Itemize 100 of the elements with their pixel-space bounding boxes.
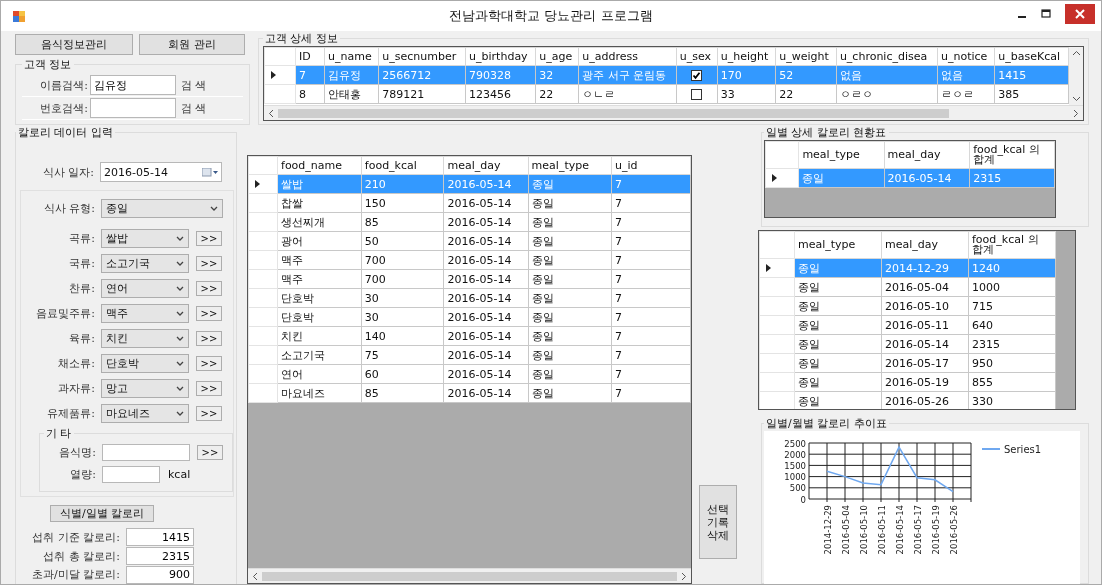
column-header[interactable]: food_kcal 의 합계	[969, 141, 1055, 169]
axis-tick-label: 2016-05-14	[894, 505, 905, 555]
axis-tick-label: 500	[789, 483, 806, 494]
date-picker[interactable]: 2016-05-14	[100, 162, 222, 182]
search-label: 번호검색:	[39, 100, 89, 116]
table-cell: 22	[775, 84, 837, 104]
table-cell: 2016-05-14	[443, 345, 529, 365]
add-button[interactable]: >>	[196, 306, 222, 321]
table-cell: ㅇㄹㅇ	[836, 84, 938, 104]
column-header[interactable]: food_kcal	[361, 156, 444, 175]
food-dropdown[interactable]: 마요네즈	[101, 404, 189, 423]
food-dropdown[interactable]: 쌀밥	[101, 229, 189, 248]
column-header[interactable]: u_name	[324, 47, 379, 66]
table-cell: 2016-05-17	[881, 353, 969, 373]
column-header[interactable]: u_weight	[775, 47, 837, 66]
close-icon[interactable]	[1065, 4, 1095, 24]
column-header[interactable]: u_address	[578, 47, 677, 66]
column-header[interactable]: u_baseKcal	[994, 47, 1069, 66]
column-header[interactable]: ID	[295, 47, 325, 66]
table-cell: 700	[361, 250, 444, 270]
add-button[interactable]: >>	[196, 356, 222, 371]
column-header[interactable]: u_sex	[676, 47, 718, 66]
column-header[interactable]: meal_day	[881, 231, 969, 259]
calorie-button[interactable]: 식별/일별 칼로리	[50, 505, 154, 522]
scroll-down-icon[interactable]	[1071, 96, 1081, 102]
food-dropdown[interactable]: 소고기국	[101, 254, 189, 273]
table-cell: 2016-05-11	[881, 315, 969, 335]
field-label: 섭취 총 칼로리:	[42, 548, 121, 564]
calorie-field[interactable]	[102, 465, 160, 483]
axis-tick-label: 2000	[784, 449, 806, 460]
table-cell: 7	[611, 326, 691, 346]
horizontal-scrollbar[interactable]	[264, 105, 1083, 120]
table-cell: 7	[611, 212, 691, 232]
column-header[interactable]: u_secnumber	[378, 47, 466, 66]
column-header[interactable]: food_kcal 의 합계	[968, 231, 1056, 259]
column-header[interactable]: meal_day	[443, 156, 529, 175]
table-cell: 123456	[465, 84, 536, 104]
food-name-field[interactable]	[102, 443, 190, 461]
table-cell: 140	[361, 326, 444, 346]
calorie-value-field[interactable]: 900	[126, 565, 194, 584]
column-header[interactable]: meal_type	[528, 156, 612, 175]
column-header[interactable]: u_birthday	[465, 47, 536, 66]
column-header[interactable]: u_height	[717, 47, 776, 66]
table-cell: 789121	[378, 84, 466, 104]
food-dropdown[interactable]: 맥주	[101, 304, 189, 323]
field-label: 섭취 기준 칼로리:	[31, 529, 121, 545]
delete-button[interactable]: 선택 기록 삭제	[699, 485, 737, 559]
search-link[interactable]: 검 색	[181, 100, 207, 116]
group-title: 일별/월별 칼로리 추이표	[765, 416, 888, 431]
add-button[interactable]: >>	[196, 281, 222, 296]
column-header[interactable]: u_notice	[937, 47, 995, 66]
app-icon	[13, 10, 25, 22]
table-cell: 75	[361, 345, 444, 365]
table-cell: 30	[361, 288, 444, 308]
chevron-down-icon	[210, 206, 218, 211]
legend-line	[981, 448, 1001, 450]
add-button[interactable]: >>	[197, 444, 223, 460]
row-header	[765, 141, 799, 169]
column-header[interactable]: u_age	[535, 47, 579, 66]
column-header[interactable]: u_chronic_disea	[836, 47, 938, 66]
nav-button[interactable]: 회원 관리	[139, 34, 245, 55]
calorie-value-field[interactable]: 2315	[126, 547, 194, 565]
maximize-icon[interactable]	[1041, 9, 1051, 19]
scroll-left-icon[interactable]	[252, 571, 258, 581]
table-cell: 종일	[528, 212, 612, 232]
field-label: 음료및주류:	[35, 306, 96, 321]
table-cell: 7	[611, 269, 691, 289]
food-dropdown[interactable]: 치킨	[101, 329, 189, 348]
add-button[interactable]: >>	[196, 406, 222, 421]
add-button[interactable]: >>	[196, 381, 222, 396]
table-cell: 700	[361, 269, 444, 289]
checkbox[interactable]	[691, 70, 703, 81]
table-cell: 종일	[528, 326, 612, 346]
column-header[interactable]: meal_day	[884, 141, 970, 169]
horizontal-scrollbar[interactable]	[248, 568, 691, 583]
vertical-scrollbar[interactable]	[1069, 47, 1083, 105]
add-button[interactable]: >>	[196, 331, 222, 346]
scroll-right-icon[interactable]	[1073, 108, 1079, 118]
search-field[interactable]: 김유정	[90, 75, 176, 95]
checkbox[interactable]	[691, 89, 703, 100]
food-dropdown[interactable]: 망고	[101, 379, 189, 398]
search-field[interactable]	[90, 98, 176, 118]
column-header[interactable]: u_id	[611, 156, 691, 175]
field-label: 유제품류:	[46, 406, 96, 421]
nav-button[interactable]: 음식정보관리	[15, 34, 133, 55]
scroll-right-icon[interactable]	[681, 571, 687, 581]
meal-type-dropdown[interactable]: 종일	[101, 199, 223, 218]
calorie-value-field[interactable]: 1415	[126, 528, 194, 547]
column-header[interactable]: food_name	[277, 156, 362, 175]
add-button[interactable]: >>	[196, 256, 222, 271]
add-button[interactable]: >>	[196, 231, 222, 246]
scroll-up-icon[interactable]	[1071, 50, 1081, 56]
table-cell: 7	[611, 364, 691, 384]
food-dropdown[interactable]: 단호박	[101, 354, 189, 373]
column-header[interactable]: meal_type	[798, 141, 885, 169]
column-header[interactable]: meal_type	[794, 231, 882, 259]
food-dropdown[interactable]: 연어	[101, 279, 189, 298]
table-cell: 2016-05-14	[443, 307, 529, 327]
search-link[interactable]: 검 색	[181, 77, 207, 93]
scroll-left-icon[interactable]	[268, 108, 274, 118]
